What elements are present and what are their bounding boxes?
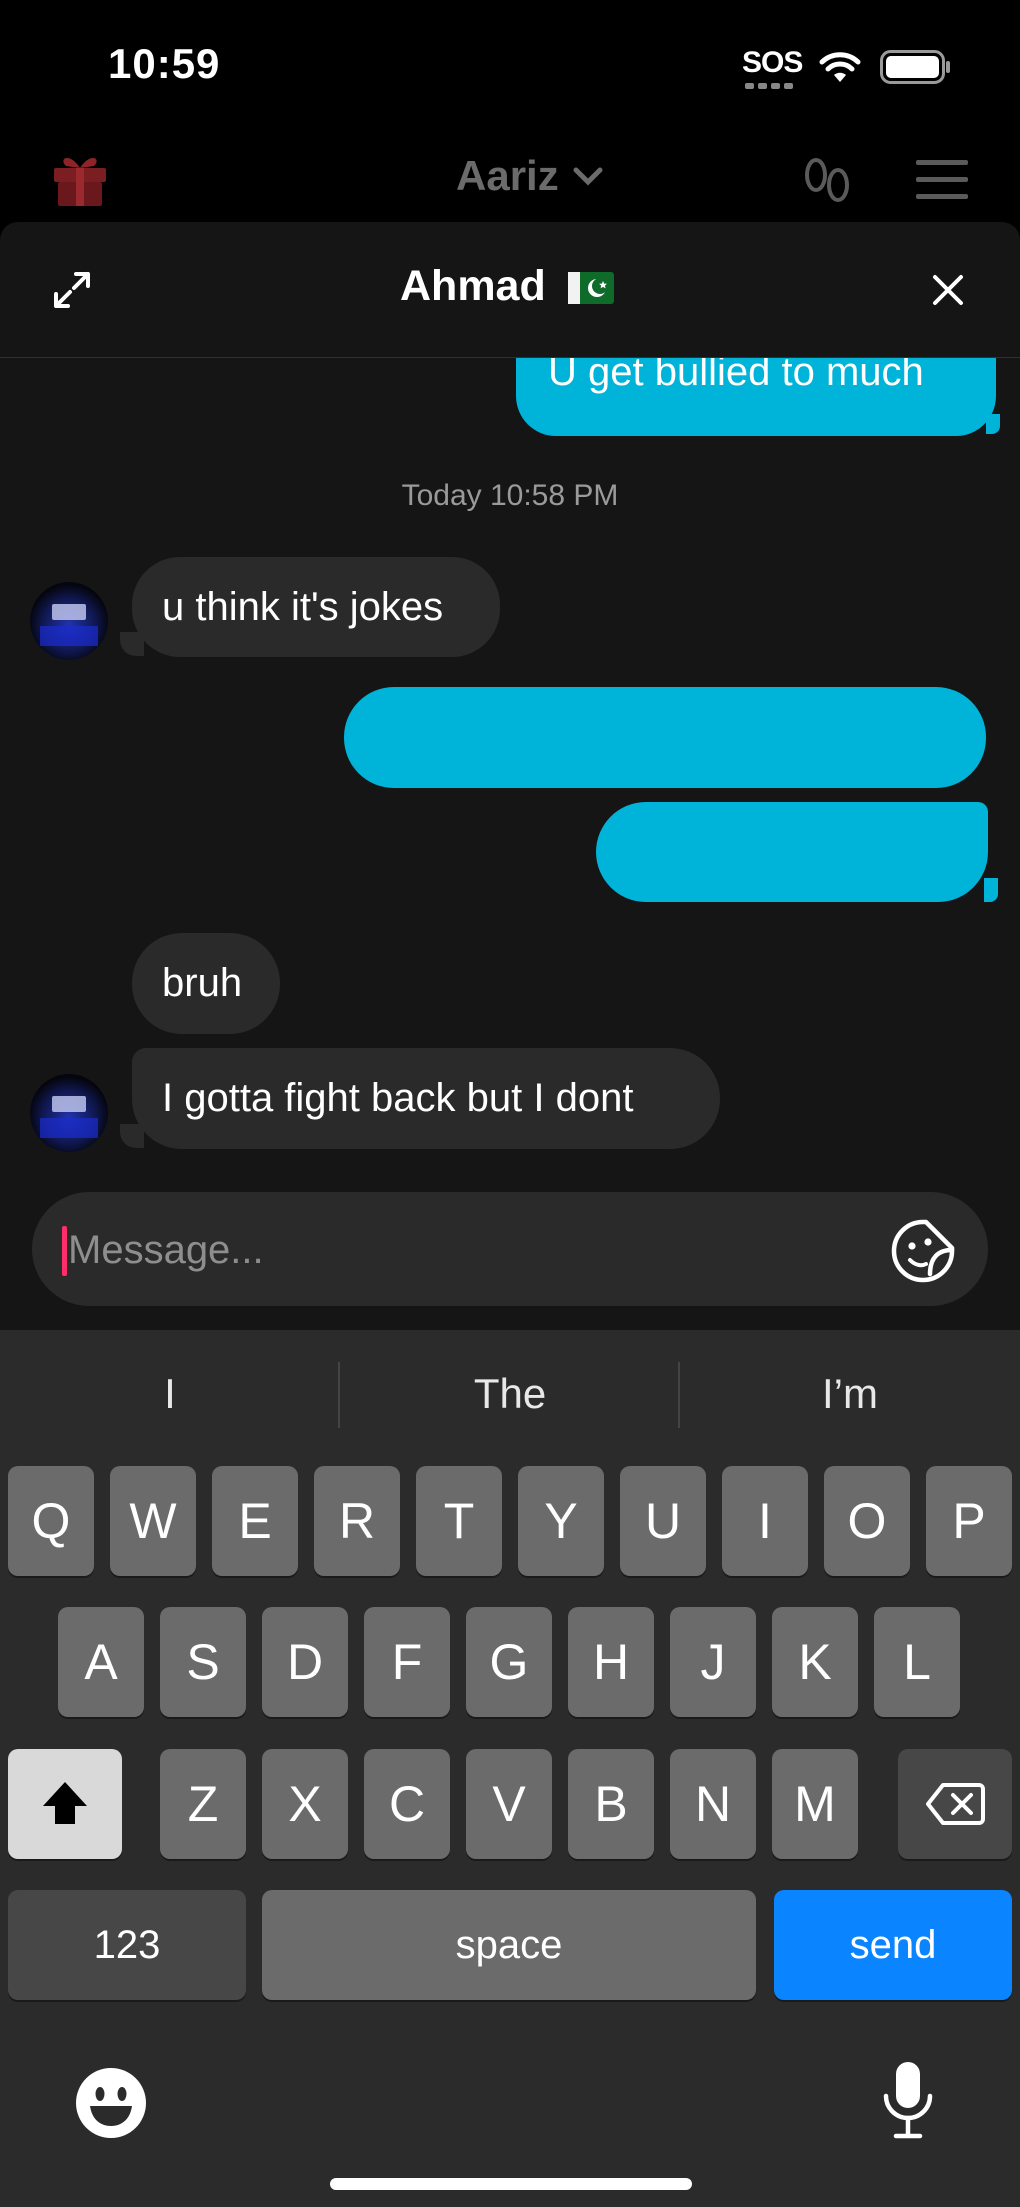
backspace-key[interactable] bbox=[898, 1749, 1012, 1859]
message-text: bruh bbox=[162, 961, 243, 1005]
message-placeholder: Message... bbox=[68, 1228, 264, 1272]
bubble-tail bbox=[984, 878, 998, 902]
mic-icon[interactable] bbox=[878, 2060, 938, 2142]
sos-indicator: SOS bbox=[742, 46, 803, 79]
message-text: u think it's jokes bbox=[162, 585, 444, 629]
send-key[interactable]: send bbox=[774, 1890, 1012, 2000]
key-b[interactable]: B bbox=[568, 1749, 654, 1859]
suggestion-divider bbox=[678, 1362, 680, 1428]
chevron-down-icon[interactable] bbox=[572, 160, 604, 192]
wifi-icon bbox=[819, 52, 861, 82]
text-caret bbox=[62, 1226, 67, 1276]
key-q[interactable]: Q bbox=[8, 1466, 94, 1576]
pakistan-flag bbox=[568, 272, 614, 304]
key-k[interactable]: K bbox=[772, 1607, 858, 1717]
key-d[interactable]: D bbox=[262, 1607, 348, 1717]
key-r[interactable]: R bbox=[314, 1466, 400, 1576]
numbers-key[interactable]: 123 bbox=[8, 1890, 246, 2000]
key-i[interactable]: I bbox=[722, 1466, 808, 1576]
key-u[interactable]: U bbox=[620, 1466, 706, 1576]
emoji-icon[interactable] bbox=[74, 2066, 148, 2140]
key-m[interactable]: M bbox=[772, 1749, 858, 1859]
key-o[interactable]: O bbox=[824, 1466, 910, 1576]
shift-icon bbox=[43, 1782, 87, 1824]
key-h[interactable]: H bbox=[568, 1607, 654, 1717]
signal-dots bbox=[745, 83, 797, 89]
suggestion-divider bbox=[338, 1362, 340, 1428]
incoming-message[interactable]: I gotta fight back but I dont bbox=[132, 1048, 720, 1149]
key-f[interactable]: F bbox=[364, 1607, 450, 1717]
gift-icon[interactable] bbox=[50, 148, 110, 208]
expand-icon[interactable] bbox=[52, 270, 92, 310]
suggestion-1[interactable]: I bbox=[20, 1370, 320, 1418]
footprints-icon[interactable] bbox=[800, 155, 854, 209]
message-timestamp: Today 10:58 PM bbox=[401, 479, 619, 512]
close-icon[interactable] bbox=[930, 272, 966, 308]
key-l[interactable]: L bbox=[874, 1607, 960, 1717]
key-y[interactable]: Y bbox=[518, 1466, 604, 1576]
suggestion-2[interactable]: The bbox=[360, 1370, 660, 1418]
status-time: 10:59 bbox=[108, 40, 221, 87]
chat-title: Ahmad bbox=[400, 262, 546, 310]
key-j[interactable]: J bbox=[670, 1607, 756, 1717]
key-p[interactable]: P bbox=[926, 1466, 1012, 1576]
incoming-message[interactable]: bruh bbox=[132, 933, 280, 1034]
sticker-icon[interactable] bbox=[890, 1218, 956, 1284]
outgoing-message[interactable] bbox=[596, 802, 988, 902]
key-w[interactable]: W bbox=[110, 1466, 196, 1576]
key-n[interactable]: N bbox=[670, 1749, 756, 1859]
key-s[interactable]: S bbox=[160, 1607, 246, 1717]
suggestion-3[interactable]: I’m bbox=[700, 1370, 1000, 1418]
menu-icon[interactable] bbox=[916, 158, 968, 202]
battery-icon bbox=[880, 50, 950, 84]
incoming-message[interactable]: u think it's jokes bbox=[132, 557, 500, 657]
key-v[interactable]: V bbox=[466, 1749, 552, 1859]
home-indicator[interactable] bbox=[330, 2178, 692, 2190]
message-text: U get bullied to much bbox=[548, 358, 924, 394]
key-z[interactable]: Z bbox=[160, 1749, 246, 1859]
backspace-icon bbox=[926, 1783, 985, 1825]
key-e[interactable]: E bbox=[212, 1466, 298, 1576]
key-g[interactable]: G bbox=[466, 1607, 552, 1717]
key-c[interactable]: C bbox=[364, 1749, 450, 1859]
key-x[interactable]: X bbox=[262, 1749, 348, 1859]
key-a[interactable]: A bbox=[58, 1607, 144, 1717]
avatar[interactable] bbox=[30, 582, 108, 660]
message-text: I gotta fight back but I dont bbox=[162, 1076, 634, 1120]
space-key[interactable]: space bbox=[262, 1890, 756, 2000]
outgoing-message[interactable]: U get bullied to much bbox=[516, 358, 996, 436]
key-t[interactable]: T bbox=[416, 1466, 502, 1576]
outgoing-message[interactable] bbox=[344, 687, 986, 788]
avatar[interactable] bbox=[30, 1074, 108, 1152]
shift-key[interactable] bbox=[8, 1749, 122, 1859]
bubble-tail bbox=[986, 414, 1000, 434]
profile-name[interactable]: Aariz bbox=[456, 152, 559, 200]
